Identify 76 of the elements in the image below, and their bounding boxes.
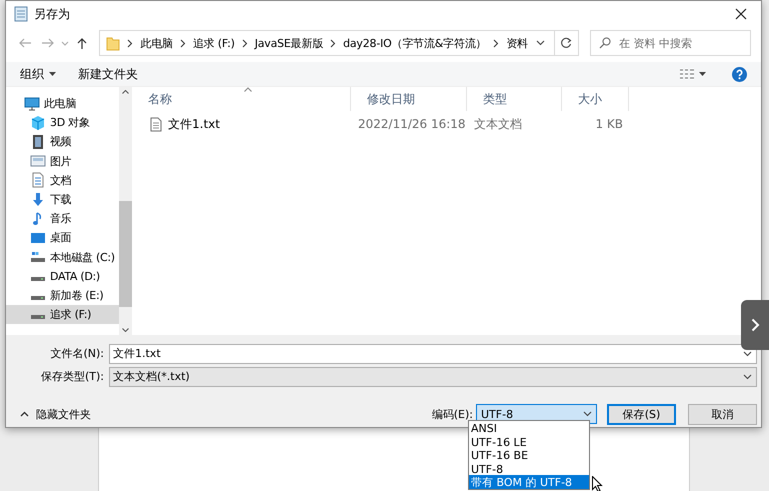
nav-item[interactable]: 新加卷 (E:) [6, 286, 119, 306]
encoding-option[interactable]: UTF-16 LE [469, 434, 589, 448]
nav-item[interactable]: 追求 (F:) [6, 305, 119, 324]
nav-item[interactable]: 图片 [6, 152, 119, 171]
nav-item[interactable]: 3D 对象 [6, 113, 119, 132]
search-field[interactable]: 在 资料 中搜索 [590, 30, 751, 56]
view-list-icon [680, 69, 694, 79]
breadcrumb[interactable]: 追求 (F:) [192, 36, 235, 50]
organize-button[interactable]: 组织 [14, 64, 62, 84]
caret-icon [49, 72, 56, 76]
help-icon [732, 66, 747, 82]
folder-icon [106, 35, 120, 51]
nav-item[interactable]: 本地磁盘 (C:) [6, 248, 119, 267]
forward-icon [40, 37, 55, 49]
scrollbar[interactable] [119, 87, 132, 335]
save-button[interactable]: 保存(S) [607, 404, 676, 424]
type-cell-text: 文本文档 [473, 116, 523, 132]
chevron-right-icon [242, 38, 248, 48]
window-title: 另存为 [34, 6, 70, 22]
encoding-option[interactable]: UTF-8 [469, 462, 589, 476]
column-header[interactable]: 类型 [467, 87, 562, 111]
text-file-icon [150, 116, 162, 132]
nav-item[interactable]: 下载 [6, 190, 119, 210]
refresh-icon [560, 37, 572, 49]
chevron-right-icon [330, 38, 336, 48]
encoding-label: 编码(E): [432, 406, 474, 422]
column-header[interactable]: 名称 [132, 87, 351, 111]
film-icon [30, 134, 46, 150]
cancel-button[interactable]: 取消 [688, 404, 757, 424]
drive-icon [30, 276, 46, 282]
picture-icon [30, 153, 46, 170]
close-icon [735, 8, 747, 20]
notepad-icon [14, 6, 28, 22]
size-cell-text: 1 KB [594, 117, 624, 131]
chevron-right-icon [127, 38, 134, 48]
drive-icon [30, 294, 46, 301]
file-name-field[interactable]: 文件1.txt [109, 344, 757, 364]
document-icon [30, 172, 46, 188]
chevron-right-icon [493, 38, 500, 48]
encoding-option[interactable]: UTF-16 BE [469, 448, 589, 462]
encoding-option[interactable]: 带有 BOM 的 UTF-8 [469, 475, 589, 489]
breadcrumb[interactable]: JavaSE最新版 [254, 36, 324, 50]
file-name-text: 文件1.txt [168, 116, 220, 132]
next-button[interactable] [741, 300, 769, 350]
encoding-option[interactable]: ANSI [469, 421, 589, 435]
nav-item[interactable]: 文档 [6, 170, 119, 190]
nav-item[interactable]: 音乐 [6, 209, 119, 228]
field-label: 文件名(N): [49, 346, 105, 361]
breadcrumb[interactable]: day28-IO（字节流&字符流） [343, 36, 486, 50]
field-label: 保存类型(T): [40, 369, 105, 384]
chevron-right-icon [750, 318, 760, 332]
chevron-up-icon [20, 411, 29, 417]
file-type-dropdown[interactable]: 文本文档(*.txt) [109, 366, 757, 386]
date-cell-text: 2022/11/26 16:18 [357, 117, 467, 131]
hide-folders-toggle[interactable]: 隐藏文件夹 [14, 406, 91, 422]
nav-item[interactable]: 视频 [6, 132, 119, 152]
monitor-icon [24, 96, 40, 112]
caret-icon [699, 72, 706, 76]
cube-icon [30, 114, 46, 131]
drive-icon [30, 314, 46, 320]
chevron-down-icon[interactable] [536, 40, 546, 46]
down-arrow-icon [30, 192, 46, 208]
nav-item[interactable]: DATA (D:) [6, 266, 119, 286]
new-folder-button[interactable]: 新建文件夹 [72, 64, 144, 84]
column-header[interactable]: 大小 [562, 87, 629, 111]
search-icon [598, 37, 611, 49]
file-name[interactable]: 文件1.txt [132, 116, 351, 132]
scroll-up-icon[interactable] [122, 90, 129, 94]
chevron-right-icon [180, 38, 186, 48]
breadcrumb[interactable]: 此电脑 [140, 36, 173, 50]
scroll-down-icon[interactable] [122, 328, 129, 332]
nav-item[interactable]: 桌面 [6, 228, 119, 248]
nav-item[interactable]: 此电脑 [6, 94, 119, 114]
back-icon [18, 37, 32, 49]
column-header[interactable]: 修改日期 [351, 87, 467, 111]
breadcrumb[interactable]: 资料 [506, 36, 528, 50]
